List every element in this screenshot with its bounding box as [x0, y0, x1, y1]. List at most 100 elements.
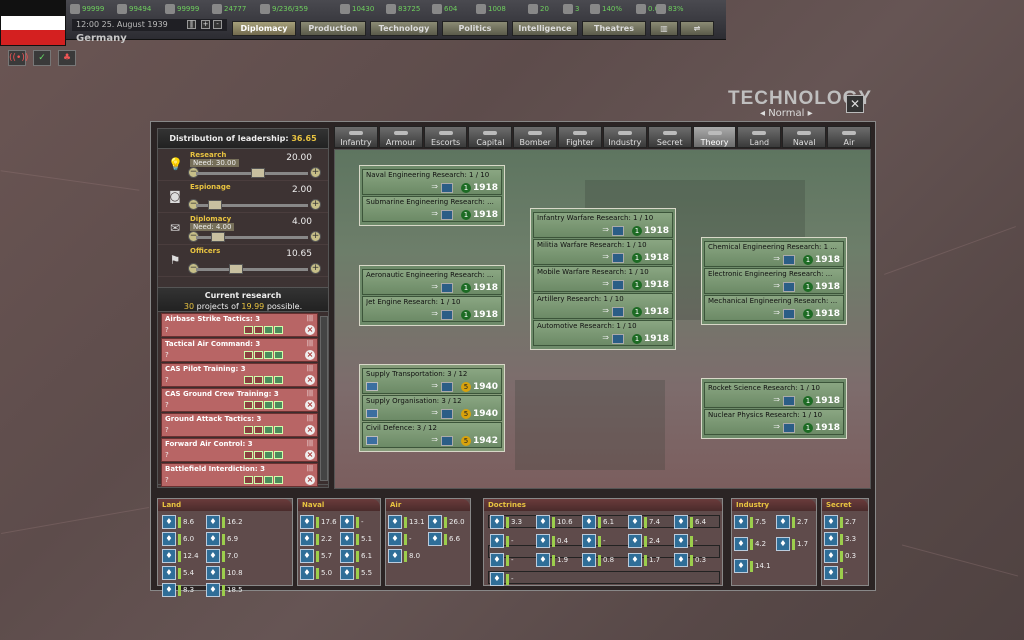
move-up-button[interactable]	[254, 401, 263, 409]
move-down-button[interactable]	[264, 376, 273, 384]
tab-bomber[interactable]: Bomber	[513, 126, 558, 148]
stat-item[interactable]: ♦ 12.4	[162, 549, 199, 563]
tech-card[interactable]: Militia Warfare Research: 1 / 10 ⇒ 1 1918	[533, 239, 673, 265]
increase-button[interactable]: +	[310, 199, 321, 210]
tab-intelligence[interactable]: Intelligence	[512, 21, 578, 36]
remove-button[interactable]: ×	[305, 475, 315, 485]
stat-item[interactable]: ♦ 5.7	[300, 549, 332, 563]
move-top-button[interactable]	[244, 376, 253, 384]
resource-energy[interactable]: 99999	[70, 2, 104, 16]
stat-item[interactable]: ♦ 13.1	[388, 515, 425, 529]
stat-item[interactable]: ♦ -	[490, 534, 514, 548]
research-queue-item[interactable]: Battlefield Interdiction: 3? ||| ×	[161, 463, 318, 487]
remove-button[interactable]: ×	[305, 450, 315, 460]
stat-item[interactable]: ♦ 10.6	[536, 515, 573, 529]
move-top-button[interactable]	[244, 451, 253, 459]
stat-item[interactable]: ♦ 0.3	[824, 549, 856, 563]
stat-item[interactable]: ♦ 7.5	[734, 515, 766, 529]
research-queue-item[interactable]: Airbase Strike Tactics: 3? ||| ×	[161, 313, 318, 337]
stat-item[interactable]: ♦ 5.5	[340, 566, 372, 580]
tab-fighter[interactable]: Fighter	[558, 126, 602, 148]
move-up-button[interactable]	[254, 351, 263, 359]
allocation-slider[interactable]	[196, 200, 308, 210]
stat-item[interactable]: ♦ 8.3	[162, 583, 194, 597]
move-top-button[interactable]	[244, 476, 253, 484]
move-top-button[interactable]	[244, 426, 253, 434]
increase-button[interactable]: +	[310, 167, 321, 178]
stat-item[interactable]: ♦ -	[388, 532, 412, 546]
tech-card[interactable]: Submarine Engineering Research: ... ⇒ 1 191…	[362, 196, 502, 222]
resource-oil[interactable]: 24777	[212, 2, 246, 16]
tech-card[interactable]: Supply Organisation: 3 / 12 ⇒ 5 1940	[362, 395, 502, 421]
tab-escorts[interactable]: Escorts	[423, 126, 468, 148]
chevron-right-icon[interactable]: ▸	[804, 108, 813, 119]
stat-item[interactable]: ♦ 8.6	[162, 515, 194, 529]
stat-item[interactable]: ♦ 6.9	[206, 532, 238, 546]
stat-item[interactable]: ♦ 17.6	[300, 515, 337, 529]
tab-production[interactable]: Production	[300, 21, 366, 36]
move-down-button[interactable]	[264, 476, 273, 484]
resource-spies[interactable]: 3	[563, 2, 579, 16]
ledger-button[interactable]: ▥	[650, 21, 678, 36]
resource-metal[interactable]: 99494	[117, 2, 151, 16]
move-up-button[interactable]	[254, 376, 263, 384]
tech-card[interactable]: Naval Engineering Research: 1 / 10 ⇒ 1 1918	[362, 169, 502, 195]
tab-theatres[interactable]: Theatres	[582, 21, 646, 36]
move-down-button[interactable]	[264, 426, 273, 434]
tab-land[interactable]: Land	[737, 126, 782, 148]
move-top-button[interactable]	[244, 351, 253, 359]
move-bottom-button[interactable]	[274, 401, 283, 409]
resource-transport[interactable]: 604	[432, 2, 457, 16]
stat-item[interactable]: ♦ 6.1	[340, 549, 372, 563]
tab-industry[interactable]: Industry	[602, 126, 647, 148]
tab-secret[interactable]: Secret	[647, 126, 692, 148]
move-bottom-button[interactable]	[274, 351, 283, 359]
difficulty-selector[interactable]: ◂ Normal ▸	[760, 108, 813, 119]
resource-rare-materials[interactable]: 99999	[165, 2, 199, 16]
remove-button[interactable]: ×	[305, 325, 315, 335]
stat-item[interactable]: ♦ 18.5	[206, 583, 243, 597]
stat-item[interactable]: ♦ 5.0	[300, 566, 332, 580]
stat-item[interactable]: ♦ -	[490, 572, 514, 586]
tab-capital[interactable]: Capital	[468, 126, 513, 148]
stat-item[interactable]: ♦ 6.1	[582, 515, 614, 529]
research-queue-item[interactable]: Tactical Air Command: 3? ||| ×	[161, 338, 318, 362]
tech-card[interactable]: Civil Defence: 3 / 12 ⇒ 5 1942	[362, 422, 502, 448]
tab-air[interactable]: Air	[827, 126, 871, 148]
move-up-button[interactable]	[254, 326, 263, 334]
remove-button[interactable]: ×	[305, 375, 315, 385]
speed-up-button[interactable]: +	[201, 20, 210, 29]
tech-card[interactable]: Chemical Engineering Research: 1 ... ⇒ 1 19…	[704, 241, 844, 267]
allocation-slider[interactable]	[196, 168, 308, 178]
stat-item[interactable]: ♦ 0.4	[536, 534, 568, 548]
close-button[interactable]: ✕	[846, 95, 864, 113]
tech-card[interactable]: Artillery Research: 1 / 10 ⇒ 1 1918	[533, 293, 673, 319]
move-bottom-button[interactable]	[274, 451, 283, 459]
tech-card[interactable]: Mechanical Engineering Research: ... ⇒ 1 19…	[704, 295, 844, 321]
tech-card[interactable]: Rocket Science Research: 1 / 10 ⇒ 1 1918	[704, 382, 844, 408]
stat-item[interactable]: ♦ 14.1	[734, 559, 771, 573]
stat-item[interactable]: ♦ 2.7	[776, 515, 808, 529]
country-flag[interactable]	[0, 0, 66, 46]
stat-item[interactable]: ♦ 3.3	[824, 532, 856, 546]
research-queue-item[interactable]: CAS Ground Crew Training: 3? ||| ×	[161, 388, 318, 412]
move-up-button[interactable]	[254, 451, 263, 459]
tech-card[interactable]: Mobile Warfare Research: 1 / 10 ⇒ 1 1918	[533, 266, 673, 292]
resource-diplomats[interactable]: 20	[528, 2, 549, 16]
stat-item[interactable]: ♦ 5.1	[340, 532, 372, 546]
move-up-button[interactable]	[254, 426, 263, 434]
research-queue-item[interactable]: CAS Pilot Training: 3? ||| ×	[161, 363, 318, 387]
remove-button[interactable]: ×	[305, 350, 315, 360]
move-bottom-button[interactable]	[274, 476, 283, 484]
tab-diplomacy[interactable]: Diplomacy	[232, 21, 296, 36]
stat-item[interactable]: ♦ 16.2	[206, 515, 243, 529]
stat-item[interactable]: ♦ 6.4	[674, 515, 706, 529]
chevron-left-icon[interactable]: ◂	[760, 108, 768, 119]
pause-button[interactable]: ‖	[187, 20, 196, 29]
stat-item[interactable]: ♦ 2.4	[628, 534, 660, 548]
move-down-button[interactable]	[264, 326, 273, 334]
stat-item[interactable]: ♦ -	[582, 534, 606, 548]
tab-armour[interactable]: Armour	[378, 126, 423, 148]
stat-item[interactable]: ♦ 0.8	[582, 553, 614, 567]
resource-dissent[interactable]: 140%	[590, 2, 622, 16]
